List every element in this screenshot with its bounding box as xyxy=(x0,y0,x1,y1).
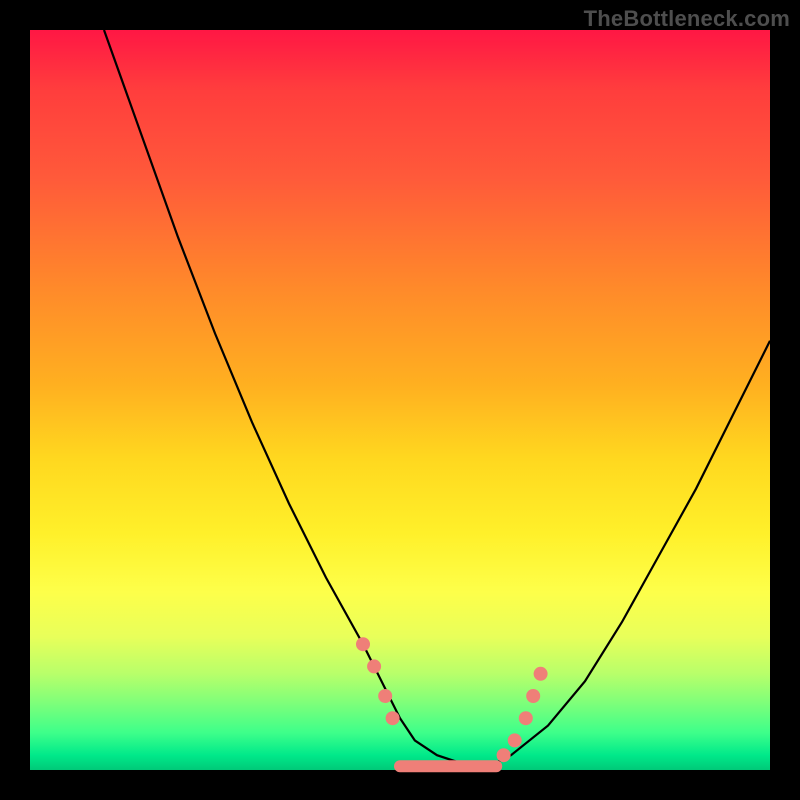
marker-dot xyxy=(534,667,548,681)
right-marker-dots xyxy=(497,667,548,762)
marker-dot xyxy=(519,711,533,725)
marker-dot xyxy=(497,748,511,762)
marker-dot xyxy=(378,689,392,703)
marker-dot xyxy=(386,711,400,725)
marker-dot xyxy=(526,689,540,703)
marker-dot xyxy=(367,659,381,673)
watermark-text: TheBottleneck.com xyxy=(584,6,790,32)
curve-svg xyxy=(30,30,770,770)
bottleneck-curve xyxy=(104,30,770,766)
chart-frame: TheBottleneck.com xyxy=(0,0,800,800)
plot-area xyxy=(30,30,770,770)
marker-dot xyxy=(508,733,522,747)
left-marker-dots xyxy=(356,637,400,725)
marker-dot xyxy=(356,637,370,651)
